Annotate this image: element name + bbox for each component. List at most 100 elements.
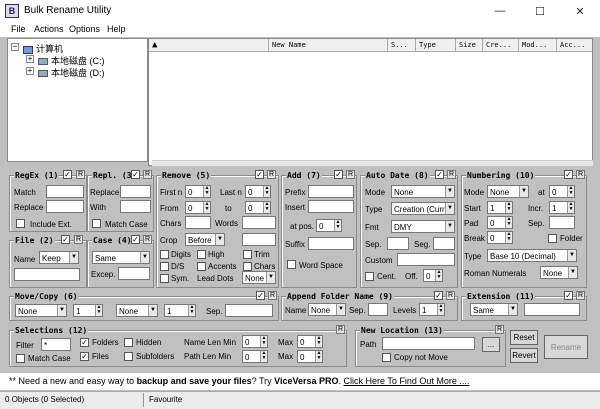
append-folder-reset-button[interactable]: R bbox=[446, 291, 455, 300]
col-status[interactable]: S... bbox=[388, 39, 416, 51]
col-accessed[interactable]: Acc... bbox=[557, 39, 592, 51]
auto-date-type-select[interactable]: Creation (Curr.) ▼ bbox=[391, 202, 455, 215]
numbering-start-stepper[interactable]: 1 ▲ ▼ bbox=[487, 201, 513, 214]
extension-reset-button[interactable]: R bbox=[576, 291, 585, 300]
name-len-max-stepper[interactable]: 0 ▲ ▼ bbox=[297, 335, 323, 348]
add-prefix-input[interactable] bbox=[308, 185, 354, 198]
revert-button[interactable]: Revert bbox=[510, 348, 538, 363]
col-modified[interactable]: Mod... bbox=[519, 39, 557, 51]
repl-replace-input[interactable] bbox=[120, 185, 151, 198]
file-name-select[interactable]: Keep ▼ bbox=[39, 251, 79, 264]
extension-input[interactable] bbox=[524, 303, 580, 316]
append-folder-enable-checkbox[interactable]: ✓ bbox=[434, 291, 443, 300]
remove-high-checkbox[interactable] bbox=[197, 250, 206, 259]
col-new-name[interactable]: New Name bbox=[269, 39, 388, 51]
selections-match-case-checkbox[interactable] bbox=[16, 354, 25, 363]
case-enable-checkbox[interactable]: ✓ bbox=[131, 235, 140, 244]
auto-date-mode-select[interactable]: None ▼ bbox=[391, 185, 455, 198]
append-folder-levels-stepper[interactable]: 1 ▲ ▼ bbox=[419, 303, 445, 316]
repl-enable-checkbox[interactable]: ✓ bbox=[131, 170, 140, 179]
case-reset-button[interactable]: R bbox=[143, 235, 152, 244]
regex-replace-input[interactable] bbox=[46, 200, 84, 213]
auto-date-off-stepper[interactable]: 0 ▲ ▼ bbox=[423, 269, 443, 282]
numbering-enable-checkbox[interactable]: ✓ bbox=[564, 170, 573, 179]
remove-crop-select[interactable]: Before ▼ bbox=[185, 233, 225, 246]
promo-link[interactable]: Click Here To Find Out More .... bbox=[344, 376, 470, 386]
append-folder-name-select[interactable]: None ▼ bbox=[308, 303, 346, 316]
remove-first-n-stepper[interactable]: 0 ▲ ▼ bbox=[185, 185, 211, 198]
regex-enable-checkbox[interactable]: ✓ bbox=[63, 170, 72, 179]
reset-button[interactable]: Reset bbox=[510, 330, 538, 345]
numbering-type-select[interactable]: Base 10 (Decimal) ▼ bbox=[487, 249, 577, 262]
remove-digits-checkbox[interactable] bbox=[160, 250, 169, 259]
remove-enable-checkbox[interactable]: ✓ bbox=[255, 170, 264, 179]
case-excep-input[interactable] bbox=[118, 267, 150, 280]
add-at-pos-stepper[interactable]: 0 ▲ ▼ bbox=[316, 219, 342, 232]
file-reset-button[interactable]: R bbox=[74, 235, 83, 244]
subfolders-checkbox[interactable] bbox=[124, 352, 133, 361]
auto-date-cent-checkbox[interactable] bbox=[365, 272, 374, 281]
move-copy-count2-stepper[interactable]: 1 ▲ ▼ bbox=[164, 304, 196, 317]
remove-lead-dots-select[interactable]: None ▼ bbox=[242, 271, 276, 284]
filter-input[interactable]: * bbox=[41, 338, 71, 351]
file-list[interactable]: ▲ New Name S... Type Size Cre... Mod... … bbox=[148, 38, 593, 166]
numbering-at-stepper[interactable]: 0 ▲ ▼ bbox=[549, 185, 575, 198]
rename-button[interactable]: Rename bbox=[544, 335, 588, 359]
remove-ds-checkbox[interactable] bbox=[160, 262, 169, 271]
auto-date-seg-input[interactable] bbox=[433, 237, 455, 250]
add-insert-input[interactable] bbox=[308, 200, 354, 213]
new-location-path-input[interactable] bbox=[382, 337, 475, 350]
browse-button[interactable]: ... bbox=[482, 337, 500, 352]
include-ext-checkbox[interactable] bbox=[16, 219, 25, 228]
add-enable-checkbox[interactable]: ✓ bbox=[334, 170, 343, 179]
move-copy-sep-input[interactable] bbox=[225, 304, 273, 317]
horizontal-scrollbar[interactable] bbox=[152, 160, 593, 166]
numbering-incr-stepper[interactable]: 1 ▲ ▼ bbox=[549, 201, 575, 214]
auto-date-reset-button[interactable]: R bbox=[447, 170, 456, 179]
collapse-icon[interactable]: − bbox=[11, 43, 19, 51]
repl-match-case-checkbox[interactable] bbox=[92, 219, 101, 228]
menu-actions[interactable]: Actions bbox=[34, 24, 64, 34]
regex-match-input[interactable] bbox=[46, 185, 84, 198]
files-checkbox[interactable]: ✓ bbox=[80, 352, 89, 361]
move-copy-mode2-select[interactable]: None ▼ bbox=[116, 304, 158, 317]
auto-date-sep-input[interactable] bbox=[387, 237, 409, 250]
remove-last-n-stepper[interactable]: 0 ▲ ▼ bbox=[245, 185, 271, 198]
repl-with-input[interactable] bbox=[120, 200, 151, 213]
status-favourite[interactable]: Favourite bbox=[149, 395, 182, 404]
move-copy-count1-stepper[interactable]: 1 ▲ ▼ bbox=[73, 304, 103, 317]
extension-enable-checkbox[interactable]: ✓ bbox=[564, 291, 573, 300]
auto-date-fmt-select[interactable]: DMY ▼ bbox=[391, 220, 455, 233]
copy-not-move-checkbox[interactable] bbox=[382, 353, 391, 362]
remove-to-stepper[interactable]: 0 ▲ ▼ bbox=[245, 201, 271, 214]
remove-words-input[interactable] bbox=[242, 216, 276, 229]
move-copy-reset-button[interactable]: R bbox=[268, 291, 277, 300]
name-len-min-stepper[interactable]: 0 ▲ ▼ bbox=[242, 335, 268, 348]
auto-date-custom-input[interactable] bbox=[397, 253, 455, 266]
folders-checkbox[interactable]: ✓ bbox=[80, 338, 89, 347]
numbering-pad-stepper[interactable]: 0 ▲ ▼ bbox=[487, 216, 513, 229]
numbering-reset-button[interactable]: R bbox=[576, 170, 585, 179]
numbering-sep-input[interactable] bbox=[549, 216, 575, 229]
numbering-roman-select[interactable]: None ▼ bbox=[540, 266, 578, 279]
remove-reset-button[interactable]: R bbox=[267, 170, 276, 179]
file-name-input[interactable] bbox=[14, 268, 80, 281]
extension-select[interactable]: Same ▼ bbox=[470, 303, 518, 316]
col-type[interactable]: Type bbox=[416, 39, 456, 51]
numbering-break-stepper[interactable]: 0 ▲ ▼ bbox=[487, 231, 513, 244]
expand-icon[interactable]: + bbox=[26, 55, 34, 63]
remove-chars-input[interactable] bbox=[185, 216, 211, 229]
col-size[interactable]: Size bbox=[456, 39, 483, 51]
menu-options[interactable]: Options bbox=[69, 24, 100, 34]
path-len-min-stepper[interactable]: 0 ▲ ▼ bbox=[242, 350, 268, 363]
close-button[interactable]: ✕ bbox=[560, 0, 600, 22]
case-select[interactable]: Same ▼ bbox=[92, 251, 150, 264]
remove-accents-checkbox[interactable] bbox=[197, 262, 206, 271]
remove-trim-checkbox[interactable] bbox=[243, 250, 252, 259]
add-reset-button[interactable]: R bbox=[346, 170, 355, 179]
move-copy-enable-checkbox[interactable]: ✓ bbox=[256, 291, 265, 300]
selections-reset-button[interactable]: R bbox=[336, 325, 345, 334]
remove-from-stepper[interactable]: 0 ▲ ▼ bbox=[185, 201, 211, 214]
tree-node-drive-d[interactable]: 本地磁盘 (D:) bbox=[38, 66, 105, 79]
auto-date-enable-checkbox[interactable]: ✓ bbox=[435, 170, 444, 179]
